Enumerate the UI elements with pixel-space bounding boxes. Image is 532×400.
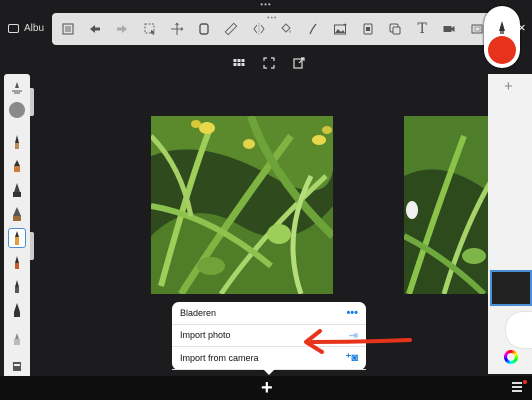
text-icon[interactable]: T — [410, 17, 434, 41]
layer-slider[interactable] — [506, 312, 532, 348]
brush-rail — [4, 74, 30, 380]
list-icon[interactable] — [56, 17, 80, 41]
album-label: Albu — [24, 22, 45, 34]
ruler-icon[interactable] — [220, 17, 244, 41]
plant-photo-2 — [404, 116, 494, 294]
canvas-photo[interactable] — [151, 116, 333, 294]
layers-panel: + — [488, 74, 532, 374]
brush-size-slider-icon[interactable] — [8, 78, 26, 98]
brush-7[interactable] — [8, 276, 26, 296]
notification-dot — [523, 380, 527, 384]
add-button[interactable]: + — [261, 377, 273, 400]
brush-rail-handle-top[interactable] — [30, 88, 34, 116]
brush-size-icon — [499, 21, 505, 34]
toolbar-handle[interactable]: ••• — [267, 15, 277, 22]
plant-photo — [151, 116, 333, 294]
fill-icon[interactable] — [274, 17, 298, 41]
menu-item-label: Import from camera — [180, 352, 259, 363]
album-button[interactable]: Albu — [8, 20, 44, 36]
color-wheel-icon[interactable] — [504, 350, 518, 364]
menu-item-label: Bladeren — [180, 307, 217, 318]
canvas-photo-2[interactable] — [404, 116, 494, 294]
multitask-dots[interactable]: ••• — [258, 1, 274, 9]
add-layer-icon[interactable]: + — [504, 78, 513, 95]
grid-view-icon[interactable] — [233, 57, 245, 69]
bottom-bar: + — [0, 376, 532, 400]
brush-9[interactable] — [8, 328, 26, 348]
current-color-swatch[interactable] — [488, 36, 516, 64]
transform-icon[interactable] — [165, 17, 189, 41]
color-puck[interactable] — [484, 6, 520, 68]
menu-item-bladeren[interactable]: Bladeren ••• — [172, 302, 366, 325]
layer-icon[interactable] — [192, 17, 216, 41]
redo-icon[interactable] — [111, 17, 135, 41]
brush-opacity-circle[interactable] — [9, 102, 25, 118]
menu-item-label: Import photo — [180, 330, 231, 341]
svg-text:+: + — [343, 22, 347, 28]
popover-caret — [262, 368, 276, 375]
layer-thumbnail[interactable] — [490, 270, 532, 306]
more-icon: ••• — [346, 306, 358, 319]
undo-icon[interactable] — [83, 17, 107, 41]
perspective-icon[interactable] — [383, 17, 407, 41]
brush-1[interactable] — [8, 132, 26, 152]
brush-rail-handle-bottom[interactable] — [30, 232, 34, 260]
brush-5[interactable] — [8, 228, 26, 248]
select-icon[interactable] — [138, 17, 162, 41]
brush-4[interactable] — [8, 204, 26, 224]
text-tool-glyph: T — [417, 21, 427, 37]
view-mode-icons — [233, 57, 305, 69]
close-icon[interactable]: × — [518, 20, 526, 35]
hamburger-menu-icon[interactable] — [512, 382, 522, 394]
stamp-icon[interactable] — [356, 17, 380, 41]
video-icon[interactable] — [438, 17, 462, 41]
fullscreen-icon[interactable] — [263, 57, 275, 69]
annotation-arrow — [304, 329, 412, 354]
stroke-icon[interactable] — [301, 17, 325, 41]
brush-8[interactable] — [8, 300, 26, 320]
album-icon — [8, 23, 19, 33]
share-icon[interactable] — [293, 57, 305, 69]
brush-3[interactable] — [8, 180, 26, 200]
main-toolbar: + T ••• — [52, 13, 492, 45]
brush-6[interactable] — [8, 252, 26, 272]
image-icon[interactable]: + — [329, 17, 353, 41]
brush-2[interactable] — [8, 156, 26, 176]
brush-10[interactable] — [8, 354, 26, 374]
